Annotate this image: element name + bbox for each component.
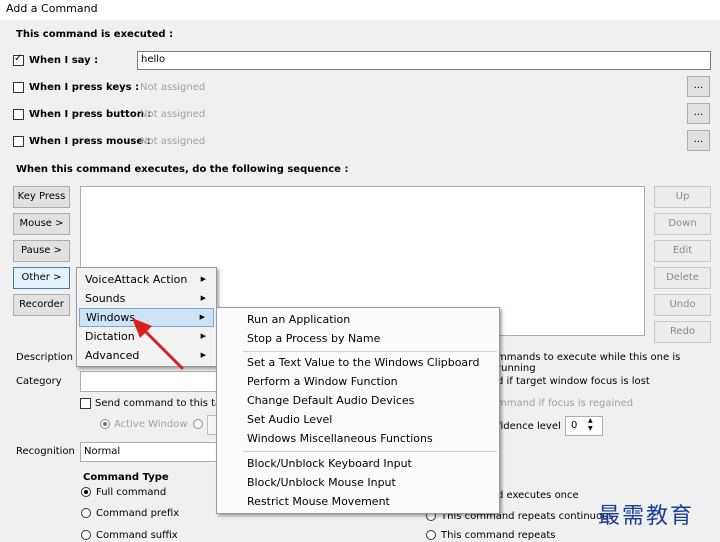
- trigger-heading: This command is executed :: [16, 29, 174, 40]
- full-command-radio[interactable]: [81, 487, 91, 497]
- key-press-button[interactable]: Key Press: [13, 186, 70, 208]
- stop-if-focus-lost-label: d if target window focus is lost: [497, 376, 650, 387]
- sequence-heading: When this command executes, do the follo…: [16, 164, 349, 175]
- press-button-label: When I press button :: [29, 109, 152, 120]
- menu-item-voiceattack-action[interactable]: VoiceAttack Action ▶: [79, 270, 214, 289]
- command-prefix-label: Command prefix: [96, 508, 180, 519]
- windows-submenu: Run an Application Stop a Process by Nam…: [216, 307, 500, 514]
- submenu-item-set-clipboard[interactable]: Set a Text Value to the Windows Clipboar…: [219, 353, 497, 372]
- submenu-item-window-function[interactable]: Perform a Window Function: [219, 372, 497, 391]
- when-i-say-value: hello: [141, 54, 166, 65]
- command-suffix-radio[interactable]: [81, 530, 91, 540]
- submenu-item-run-application[interactable]: Run an Application: [219, 310, 497, 329]
- submenu-arrow-icon: ▶: [199, 313, 205, 321]
- menu-separator: [243, 451, 497, 452]
- red-arrow-icon: [132, 318, 184, 370]
- repeat-once-label: d executes once: [497, 490, 579, 501]
- undo-button[interactable]: Undo: [654, 294, 711, 316]
- menu-separator: [243, 351, 497, 352]
- title-bar: [0, 0, 720, 20]
- confidence-level-label: fidence level: [497, 421, 561, 432]
- confidence-level-value: 0: [571, 420, 578, 431]
- menu-item-label: VoiceAttack Action: [85, 273, 188, 286]
- press-button-value: Not assigned: [140, 109, 206, 120]
- edit-button[interactable]: Edit: [654, 240, 711, 262]
- down-button[interactable]: Down: [654, 213, 711, 235]
- mouse-button[interactable]: Mouse >: [13, 213, 70, 235]
- pause-button[interactable]: Pause >: [13, 240, 70, 262]
- send-to-target-checkbox[interactable]: [80, 398, 91, 409]
- category-label: Category: [16, 376, 62, 387]
- submenu-item-block-mouse[interactable]: Block/Unblock Mouse Input: [219, 473, 497, 492]
- submenu-item-audio-level[interactable]: Set Audio Level: [219, 410, 497, 429]
- active-window-radio[interactable]: [100, 419, 110, 429]
- press-keys-value: Not assigned: [140, 82, 206, 93]
- resume-if-focus-regained-label: mmand if focus is regained: [497, 398, 634, 409]
- stepper-arrows-icon[interactable]: ▲ ▼: [588, 417, 593, 433]
- repeat-count-radio[interactable]: [426, 530, 436, 540]
- when-i-say-input[interactable]: hello: [137, 51, 711, 70]
- full-command-label: Full command: [96, 487, 167, 498]
- submenu-arrow-icon: ▶: [200, 332, 206, 340]
- submenu-item-stop-process[interactable]: Stop a Process by Name: [219, 329, 497, 348]
- watermark-logo: 最需教育: [598, 504, 695, 529]
- allow-other-commands-label: mmands to execute while this one is runn…: [497, 352, 681, 374]
- press-button-checkbox[interactable]: [13, 109, 24, 120]
- submenu-arrow-icon: ▶: [200, 351, 206, 359]
- submenu-arrow-icon: ▶: [200, 275, 206, 283]
- recognition-label: Recognition: [16, 446, 75, 457]
- submenu-arrow-icon: ▶: [200, 294, 206, 302]
- when-i-say-checkbox[interactable]: [13, 53, 24, 66]
- specific-window-radio[interactable]: [193, 419, 203, 429]
- recorder-button[interactable]: Recorder: [13, 294, 70, 316]
- press-mouse-label: When I press mouse :: [29, 136, 151, 147]
- submenu-item-restrict-mouse[interactable]: Restrict Mouse Movement: [219, 492, 497, 511]
- target-window-field[interactable]: [207, 415, 216, 435]
- press-mouse-value: Not assigned: [140, 136, 206, 147]
- send-to-target-label: Send command to this targ: [95, 398, 232, 409]
- press-keys-checkbox[interactable]: [13, 82, 24, 93]
- redo-button[interactable]: Redo: [654, 321, 711, 343]
- repeat-count-label: This command repeats: [441, 530, 556, 541]
- submenu-item-windows-misc[interactable]: Windows Miscellaneous Functions: [219, 429, 497, 448]
- submenu-item-block-keyboard[interactable]: Block/Unblock Keyboard Input: [219, 454, 497, 473]
- press-keys-label: When I press keys :: [29, 82, 140, 93]
- confidence-level-stepper[interactable]: 0 ▲ ▼: [565, 416, 603, 436]
- press-mouse-checkbox[interactable]: [13, 136, 24, 147]
- command-prefix-radio[interactable]: [81, 508, 91, 518]
- recognition-select[interactable]: Normal: [80, 442, 218, 462]
- command-type-heading: Command Type: [83, 472, 169, 483]
- recognition-value: Normal: [84, 446, 121, 457]
- window-title: Add a Command: [6, 2, 98, 15]
- press-button-assign-button[interactable]: ...: [687, 103, 710, 124]
- press-keys-assign-button[interactable]: ...: [687, 76, 710, 97]
- command-suffix-label: Command suffix: [96, 530, 178, 541]
- menu-item-sounds[interactable]: Sounds ▶: [79, 289, 214, 308]
- up-button[interactable]: Up: [654, 186, 711, 208]
- description-label: Description: [16, 352, 73, 363]
- submenu-item-audio-devices[interactable]: Change Default Audio Devices: [219, 391, 497, 410]
- menu-item-label: Sounds: [85, 292, 126, 305]
- when-i-say-label: When I say :: [29, 55, 99, 66]
- active-window-label: Active Window: [114, 419, 188, 430]
- press-mouse-assign-button[interactable]: ...: [687, 130, 710, 151]
- delete-button[interactable]: Delete: [654, 267, 711, 289]
- other-button[interactable]: Other >: [13, 267, 70, 289]
